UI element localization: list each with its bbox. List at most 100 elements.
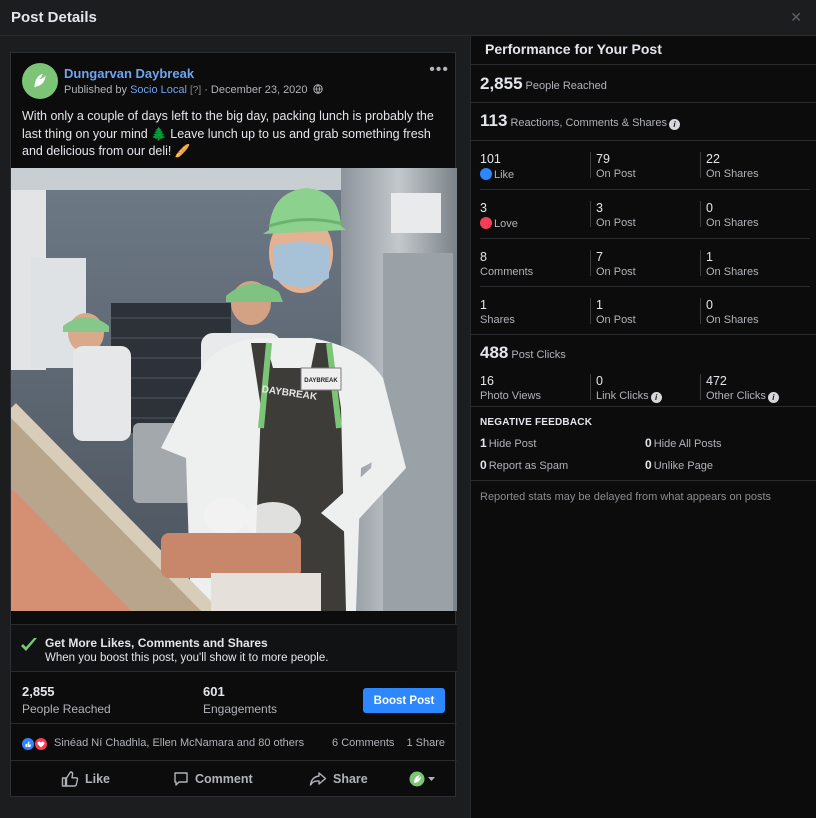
- like-button[interactable]: Like: [61, 771, 110, 787]
- unlike-stat: 0 Unlike Page: [645, 458, 713, 472]
- like-on-post-num: 79: [596, 152, 610, 166]
- info-icon[interactable]: i: [767, 392, 779, 403]
- share-label: Share: [333, 772, 368, 786]
- love-on-shares-num: 0: [706, 201, 713, 215]
- comment-button[interactable]: Comment: [173, 771, 253, 787]
- like-total-num: 101: [480, 152, 501, 166]
- shares-on-shares-label: On Shares: [706, 314, 759, 326]
- post-actions: Like Comment Share: [11, 761, 457, 797]
- photo-views-label: Photo Views: [480, 390, 541, 402]
- comments-on-post: 7 On Post: [596, 250, 636, 278]
- unlike-num: 0: [645, 458, 652, 472]
- comments-total: 8 Comments: [480, 250, 533, 278]
- boost-post-button[interactable]: Boost Post: [363, 688, 445, 713]
- like-reaction-icon: [480, 168, 492, 180]
- people-reached-label: People Reached: [22, 702, 111, 716]
- comment-icon: [174, 772, 188, 786]
- performance-title: Performance for Your Post: [485, 41, 662, 57]
- spam-num: 0: [480, 458, 487, 472]
- more-options-icon[interactable]: •••: [429, 61, 449, 79]
- boost-banner: Get More Likes, Comments and Shares When…: [11, 624, 457, 672]
- separator: [590, 152, 591, 178]
- people-reached-num: 2,855: [22, 684, 55, 699]
- page-avatar[interactable]: [22, 63, 58, 99]
- share-button[interactable]: Share: [309, 771, 368, 787]
- comments-on-shares: 1 On Shares: [706, 250, 759, 278]
- clicks-summary: 488 Post Clicks: [480, 343, 566, 363]
- shares-on-post-num: 1: [596, 298, 603, 312]
- page-avatar-small-icon: [409, 771, 435, 787]
- spam-stat: 0 Report as Spam: [480, 458, 568, 472]
- like-total: 101 Like: [480, 152, 514, 181]
- love-total: 3 Love: [480, 201, 518, 230]
- rcs-num: 113: [480, 111, 508, 130]
- reactors-names[interactable]: Sinéad Ní Chadhla, Ellen McNamara and 80…: [54, 737, 304, 749]
- divider: [471, 64, 816, 65]
- separator: [700, 374, 701, 400]
- separator: [590, 298, 591, 324]
- published-by-prefix: Published by: [64, 84, 127, 96]
- divider: [471, 102, 816, 103]
- page-name-link[interactable]: Dungarvan Daybreak: [64, 66, 194, 81]
- info-icon[interactable]: i: [668, 119, 680, 130]
- hide-all-stat: 0 Hide All Posts: [645, 436, 722, 450]
- boost-subtitle: When you boost this post, you'll show it…: [45, 652, 329, 664]
- thumbs-up-icon: [61, 771, 79, 787]
- love-on-post: 3 On Post: [596, 201, 636, 229]
- reaction-icons[interactable]: [21, 736, 51, 752]
- like-on-post-label: On Post: [596, 168, 636, 180]
- published-by-line: Published by Socio Local [?] · December …: [64, 84, 323, 96]
- post-stats-row: 2,855 People Reached 601 Engagements Boo…: [11, 673, 457, 724]
- divider: [480, 286, 810, 287]
- love-on-shares-label: On Shares: [706, 217, 759, 229]
- apron-name-badge: DAYBREAK: [304, 378, 338, 384]
- page-selector-button[interactable]: [409, 771, 445, 787]
- separator: [590, 250, 591, 276]
- link-clicks-label: Link Clicks: [596, 390, 649, 402]
- reached-summary: 2,855 People Reached: [480, 74, 607, 94]
- divider: [471, 480, 816, 481]
- like-on-shares-label: On Shares: [706, 168, 759, 180]
- separator: [700, 152, 701, 178]
- globe-icon: [312, 84, 323, 94]
- clicks-num: 488: [480, 343, 509, 362]
- post-card: Dungarvan Daybreak Published by Socio Lo…: [10, 52, 457, 797]
- shares-count-link[interactable]: 1 Share: [406, 737, 445, 749]
- rcs-summary: 113 Reactions, Comments & Shares i: [480, 111, 680, 131]
- divider: [480, 189, 810, 190]
- engagements-stat: 601 Engagements: [203, 684, 277, 716]
- post-photo[interactable]: DAYBREAK DAYBREAK: [11, 168, 457, 611]
- publisher-link[interactable]: Socio Local: [130, 84, 187, 96]
- boost-title: Get More Likes, Comments and Shares: [45, 636, 268, 650]
- people-reached-stat: 2,855 People Reached: [22, 684, 111, 716]
- hide-all-label: Hide All Posts: [653, 438, 722, 450]
- separator: [590, 201, 591, 227]
- negative-feedback-title: NEGATIVE FEEDBACK: [480, 417, 593, 428]
- other-clicks-label: Other Clicks: [706, 390, 766, 402]
- hide-all-num: 0: [645, 436, 652, 450]
- help-marker[interactable]: [?]: [190, 85, 201, 96]
- unlike-label: Unlike Page: [653, 460, 714, 472]
- engagements-label: Engagements: [203, 702, 278, 716]
- shares-on-post: 1 On Post: [596, 298, 636, 326]
- like-on-shares-num: 22: [706, 152, 720, 166]
- love-reaction-icon: [480, 217, 492, 229]
- info-icon[interactable]: i: [650, 392, 662, 403]
- dialog-header: Post Details ✕: [0, 0, 816, 36]
- engagements-num: 601: [203, 684, 225, 699]
- photo-views-num: 16: [480, 374, 494, 388]
- comments-total-num: 8: [480, 250, 487, 264]
- divider: [480, 238, 810, 239]
- comments-count-link[interactable]: 6 Comments: [332, 737, 394, 749]
- comment-label: Comment: [195, 772, 253, 786]
- post-date[interactable]: December 23, 2020: [211, 84, 308, 96]
- hide-post-stat: 1 Hide Post: [480, 436, 536, 450]
- comments-on-shares-label: On Shares: [706, 266, 759, 278]
- close-icon[interactable]: ✕: [790, 9, 802, 26]
- clicks-label: Post Clicks: [511, 349, 566, 361]
- post-header: Dungarvan Daybreak Published by Socio Lo…: [11, 53, 457, 103]
- shares-total-label: Shares: [480, 314, 515, 326]
- link-clicks-num: 0: [596, 374, 603, 388]
- performance-panel: Performance for Your Post 2,855 People Re…: [470, 36, 816, 818]
- divider: [471, 140, 816, 141]
